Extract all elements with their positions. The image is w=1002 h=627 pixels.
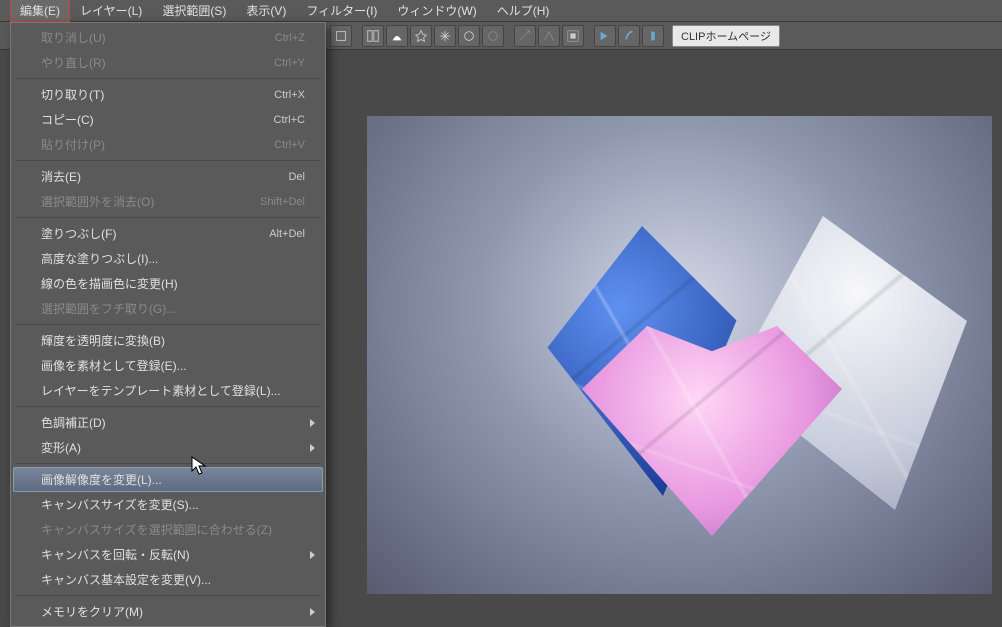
chevron-right-icon [310,608,315,616]
dd-item[interactable]: 画像を素材として登録(E)... [13,353,323,378]
dd-item-label: キャンバスサイズを選択範囲に合わせる(Z) [41,521,272,538]
dd-item-label: 塗りつぶし(F) [41,225,116,242]
dd-shortcut: Ctrl+C [274,114,305,126]
tool-btn-13[interactable] [642,25,664,47]
dd-item-label: 取り消し(U) [41,29,106,46]
dd-item-label: 選択範囲をフチ取り(G)... [41,300,176,317]
dd-item-label: 輝度を透明度に変換(B) [41,332,165,349]
dd-item-label: 切り取り(T) [41,86,104,103]
dd-item: 選択範囲外を消去(O) Shift+Del [13,189,323,214]
dd-separator [15,406,321,407]
dd-item-label: 貼り付け(P) [41,136,105,153]
tool-btn-1[interactable] [330,25,352,47]
menu-help[interactable]: ヘルプ(H) [487,0,560,22]
dd-item[interactable]: メモリをクリア(M) [13,599,323,624]
dd-item: やり直し(R) Ctrl+Y [13,50,323,75]
dd-separator [15,463,321,464]
tool-btn-5[interactable] [434,25,456,47]
dd-item[interactable]: 輝度を透明度に変換(B) [13,328,323,353]
dd-item-label: キャンバスサイズを変更(S)... [41,496,199,513]
menu-filter[interactable]: フィルター(I) [296,0,387,22]
tool-btn-6[interactable] [458,25,480,47]
dd-item[interactable]: キャンバスサイズを変更(S)... [13,492,323,517]
dd-item: キャンバスサイズを選択範囲に合わせる(Z) [13,517,323,542]
dd-shortcut: Ctrl+Y [274,57,305,69]
dd-item[interactable]: 切り取り(T) Ctrl+X [13,82,323,107]
menu-edit[interactable]: 編集(E) [10,0,70,22]
dd-item[interactable]: キャンバスを回転・反転(N) [13,542,323,567]
edit-dropdown: 取り消し(U) Ctrl+Z やり直し(R) Ctrl+Y 切り取り(T) Ctrl+X コ… [10,22,326,627]
gem-pink-heart [582,326,842,536]
dd-item[interactable]: 変形(A) [13,435,323,460]
clip-homepage-button[interactable]: CLIPホームページ [672,25,780,47]
dd-item[interactable]: 色調補正(D) [13,410,323,435]
tool-btn-3[interactable] [386,25,408,47]
menu-selection[interactable]: 選択範囲(S) [152,0,236,22]
dd-item: 貼り付け(P) Ctrl+V [13,132,323,157]
tool-btn-9[interactable] [538,25,560,47]
dd-separator [15,160,321,161]
dd-item-label: メモリをクリア(M) [41,603,143,620]
dd-item[interactable]: 画像解像度を変更(L)... [13,467,323,492]
dd-item-label: 変形(A) [41,439,81,456]
tool-btn-12[interactable] [618,25,640,47]
dd-item-label: 線の色を描画色に変更(H) [41,275,178,292]
dd-separator [15,324,321,325]
menubar: 編集(E) レイヤー(L) 選択範囲(S) 表示(V) フィルター(I) ウィン… [0,0,1002,22]
tool-btn-7[interactable] [482,25,504,47]
dd-item[interactable]: コピー(C) Ctrl+C [13,107,323,132]
tool-btn-4[interactable] [410,25,432,47]
dd-separator [15,78,321,79]
dd-shortcut: Alt+Del [269,228,305,240]
dd-item-label: コピー(C) [41,111,94,128]
dd-item-label: レイヤーをテンプレート素材として登録(L)... [41,382,281,399]
chevron-right-icon [310,551,315,559]
canvas-image[interactable] [367,116,992,594]
dd-item-label: 色調補正(D) [41,414,106,431]
dd-item-label: 画像解像度を変更(L)... [41,471,162,488]
dd-shortcut: Ctrl+V [274,139,305,151]
dd-separator [15,217,321,218]
menu-window[interactable]: ウィンドウ(W) [387,0,486,22]
dd-shortcut: Ctrl+Z [275,32,305,44]
dd-shortcut: Ctrl+X [274,89,305,101]
dd-item-label: 高度な塗りつぶし(I)... [41,250,158,267]
chevron-right-icon [310,419,315,427]
dd-item-label: やり直し(R) [41,54,106,71]
dd-item: 選択範囲をフチ取り(G)... [13,296,323,321]
dd-item[interactable]: キャンバス基本設定を変更(V)... [13,567,323,592]
dd-item[interactable]: レイヤーをテンプレート素材として登録(L)... [13,378,323,403]
menu-view[interactable]: 表示(V) [236,0,296,22]
tool-btn-8[interactable] [514,25,536,47]
tool-btn-11[interactable] [594,25,616,47]
chevron-right-icon [310,444,315,452]
dd-shortcut: Shift+Del [260,196,305,208]
dd-shortcut: Del [288,171,305,183]
dd-item-label: 選択範囲外を消去(O) [41,193,154,210]
dd-item: 取り消し(U) Ctrl+Z [13,25,323,50]
dd-separator [15,595,321,596]
dd-item[interactable]: 塗りつぶし(F) Alt+Del [13,221,323,246]
dd-item-label: 画像を素材として登録(E)... [41,357,187,374]
menu-layer[interactable]: レイヤー(L) [70,0,152,22]
dd-item[interactable]: 線の色を描画色に変更(H) [13,271,323,296]
dd-item[interactable]: 消去(E) Del [13,164,323,189]
tool-btn-2[interactable] [362,25,384,47]
dd-item[interactable]: 高度な塗りつぶし(I)... [13,246,323,271]
dd-item-label: キャンバス基本設定を変更(V)... [41,571,211,588]
dd-item-label: 消去(E) [41,168,81,185]
tool-btn-10[interactable] [562,25,584,47]
dd-item-label: キャンバスを回転・反転(N) [41,546,190,563]
